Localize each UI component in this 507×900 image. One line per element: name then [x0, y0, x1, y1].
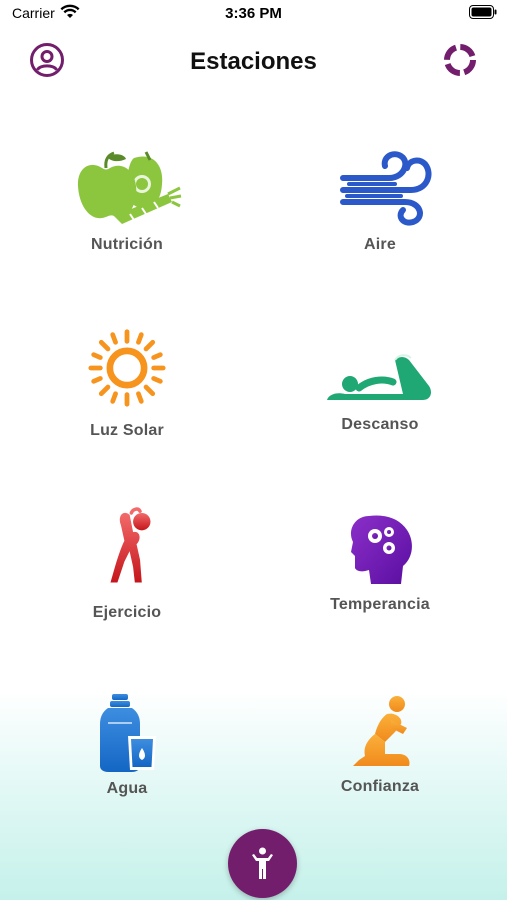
- person-icon: [252, 847, 273, 879]
- station-agua[interactable]: Agua: [32, 692, 222, 822]
- station-temperancia[interactable]: Temperancia: [285, 512, 475, 642]
- praying-person-icon: [353, 696, 410, 766]
- station-label: Agua: [106, 780, 148, 797]
- fruits-vegetables-icon: [77, 151, 182, 224]
- station-label: Ejercicio: [92, 604, 162, 621]
- resting-person-icon: [327, 354, 431, 400]
- station-aire[interactable]: Aire: [285, 150, 475, 280]
- station-confianza[interactable]: Confianza: [285, 694, 475, 824]
- water-bottle-icon: [100, 694, 156, 772]
- station-nutricion[interactable]: Nutrición: [32, 150, 222, 280]
- sun-icon: [88, 329, 166, 407]
- head-gears-icon: [350, 515, 412, 584]
- station-label: Temperancia: [330, 596, 430, 613]
- stretching-person-icon: [110, 507, 151, 583]
- station-label: Luz Solar: [90, 422, 164, 439]
- station-descanso[interactable]: Descanso: [285, 338, 475, 468]
- fab-person-button[interactable]: [228, 829, 297, 898]
- station-label: Descanso: [341, 416, 419, 433]
- station-luz-solar[interactable]: Luz Solar: [32, 328, 222, 458]
- wind-icon: [340, 151, 432, 226]
- station-ejercicio[interactable]: Ejercicio: [32, 506, 222, 636]
- station-label: Confianza: [340, 778, 420, 795]
- station-label: Nutrición: [90, 236, 164, 253]
- station-label: Aire: [364, 236, 396, 253]
- stations-grid: Nutrición Aire Luz Solar Descanso Ejerci…: [0, 0, 507, 900]
